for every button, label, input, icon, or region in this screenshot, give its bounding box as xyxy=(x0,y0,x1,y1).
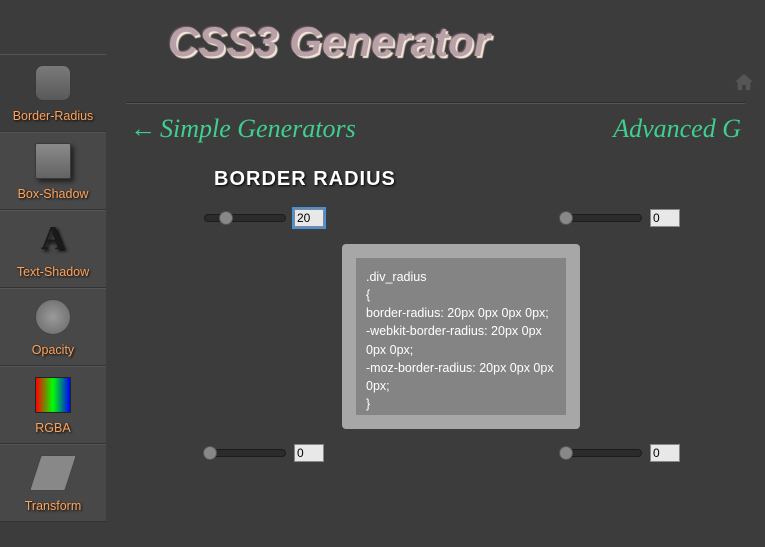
sidebar-item-label: RGBA xyxy=(35,421,70,435)
slider-top-right xyxy=(560,209,680,227)
sidebar-item-label: Transform xyxy=(25,499,82,513)
sidebar-item-label: Box-Shadow xyxy=(18,187,89,201)
slider-thumb-bl[interactable] xyxy=(203,446,217,460)
transform-icon xyxy=(29,455,77,491)
value-input-tl[interactable] xyxy=(294,209,324,227)
code-output[interactable]: .div_radius { border-radius: 20px 0px 0p… xyxy=(356,258,566,415)
nav-row: ← Simple Generators Advanced G xyxy=(126,114,745,144)
box-shadow-icon xyxy=(35,143,71,179)
main-panel: CSS3 Generator ← Simple Generators Advan… xyxy=(106,0,765,209)
arrow-left-icon: ← xyxy=(130,114,156,144)
slider-thumb-tr[interactable] xyxy=(559,211,573,225)
slider-thumb-tl[interactable] xyxy=(219,211,233,225)
sidebar-item-text-shadow[interactable]: A Text-Shadow xyxy=(0,210,106,288)
sidebar-item-opacity[interactable]: Opacity xyxy=(0,288,106,366)
code-output-panel: .div_radius { border-radius: 20px 0px 0p… xyxy=(342,244,580,429)
home-icon[interactable] xyxy=(733,72,755,97)
section-title: BORDER RADIUS xyxy=(214,168,745,191)
text-shadow-icon: A xyxy=(35,221,71,257)
opacity-icon xyxy=(35,299,71,335)
prev-link-label: Simple Generators xyxy=(160,114,356,144)
slider-top-left xyxy=(204,209,324,227)
slider-track-tl[interactable] xyxy=(204,214,286,222)
page-title: CSS3 Generator xyxy=(168,18,745,66)
slider-track-br[interactable] xyxy=(560,449,642,457)
prev-link[interactable]: ← Simple Generators xyxy=(130,114,356,144)
slider-bottom-right xyxy=(560,444,680,462)
next-link[interactable]: Advanced G xyxy=(613,114,741,144)
next-link-label: Advanced G xyxy=(613,114,741,144)
border-radius-icon xyxy=(35,65,71,101)
sidebar-item-label: Text-Shadow xyxy=(17,265,89,279)
sidebar-item-border-radius[interactable]: Border-Radius xyxy=(0,54,106,132)
slider-thumb-br[interactable] xyxy=(559,446,573,460)
sidebar-item-label: Border-Radius xyxy=(13,109,94,123)
value-input-br[interactable] xyxy=(650,444,680,462)
value-input-bl[interactable] xyxy=(294,444,324,462)
slider-track-bl[interactable] xyxy=(204,449,286,457)
slider-bottom-left xyxy=(204,444,324,462)
sidebar-item-label: Opacity xyxy=(32,343,74,357)
divider xyxy=(126,102,745,104)
sidebar-item-rgba[interactable]: RGBA xyxy=(0,366,106,444)
value-input-tr[interactable] xyxy=(650,209,680,227)
rgba-icon xyxy=(35,377,71,413)
sidebar-item-transform[interactable]: Transform xyxy=(0,444,106,522)
slider-track-tr[interactable] xyxy=(560,214,642,222)
sidebar-item-box-shadow[interactable]: Box-Shadow xyxy=(0,132,106,210)
sidebar: Border-Radius Box-Shadow A Text-Shadow O… xyxy=(0,54,106,522)
